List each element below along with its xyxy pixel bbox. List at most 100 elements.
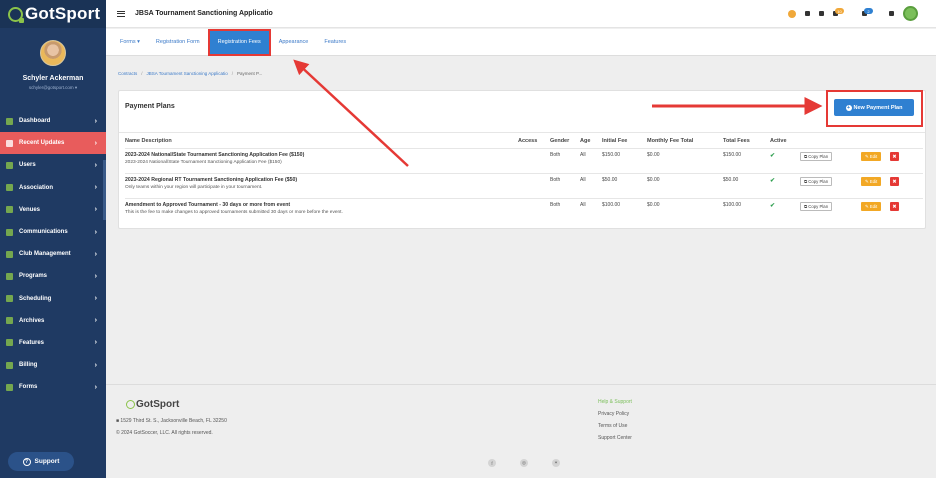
help-icon[interactable] bbox=[788, 9, 796, 18]
footer-address: ■ 1529 Third St. S., Jacksonville Beach,… bbox=[116, 418, 227, 424]
chevron-right-icon: › bbox=[94, 272, 97, 280]
sidebar-item-venues[interactable]: Venues › bbox=[0, 199, 106, 221]
divider bbox=[119, 132, 925, 133]
footer-logo[interactable]: GotSport bbox=[126, 399, 179, 410]
sidebar-item-scheduling[interactable]: Scheduling › bbox=[0, 288, 106, 310]
column-header bbox=[853, 134, 886, 149]
tab-forms[interactable]: Forms ▾ bbox=[112, 29, 148, 56]
plan-total-fees: $150.00 bbox=[723, 148, 770, 174]
table-row: 2023-2024 Regional RT Tournament Sanctio… bbox=[125, 173, 923, 199]
column-header bbox=[886, 134, 923, 149]
avatar[interactable] bbox=[40, 40, 66, 66]
plan-monthly-fee-total: $0.00 bbox=[647, 198, 723, 224]
plan-age: All bbox=[580, 148, 602, 174]
sidebar-item-recent-updates[interactable]: Recent Updates › bbox=[0, 132, 106, 155]
sidebar-nav: Dashboard › Recent Updates › Users › Associati… bbox=[0, 110, 106, 398]
gotsport-logo[interactable]: GotSport bbox=[8, 4, 100, 24]
plan-gender: Both bbox=[550, 148, 580, 174]
instagram-icon[interactable]: ◎ bbox=[520, 459, 528, 467]
sidebar-item-dashboard[interactable]: Dashboard › bbox=[0, 110, 106, 132]
support-button[interactable]: ? Support bbox=[8, 452, 74, 471]
footer-link[interactable]: Help & Support bbox=[598, 396, 632, 408]
copy-plan-button[interactable]: ⧉ Copy Plan bbox=[800, 177, 833, 186]
edit-label: Edit bbox=[869, 154, 878, 159]
sidebar-item-label: Archives bbox=[19, 317, 45, 324]
breadcrumb-separator: / bbox=[141, 71, 143, 76]
plan-name: 2023-2024 National/State Tournament Sanc… bbox=[125, 152, 305, 158]
sidebar-item-forms[interactable]: Forms › bbox=[0, 376, 106, 398]
plan-name-cell: 2023-2024 Regional RT Tournament Sanctio… bbox=[125, 173, 518, 199]
breadcrumb-item[interactable]: JBSA Tournament Sanctioning Applicatio bbox=[147, 71, 228, 76]
footer-link[interactable]: Support Center bbox=[598, 432, 632, 444]
chevron-right-icon: › bbox=[94, 139, 97, 147]
chevron-right-icon: › bbox=[94, 317, 97, 325]
help-circle-icon: ? bbox=[22, 457, 31, 466]
chevron-right-icon: › bbox=[94, 117, 97, 125]
plan-gender: Both bbox=[550, 198, 580, 224]
profile-email-dropdown[interactable]: schyler@gotsport.com ▾ bbox=[0, 85, 106, 91]
payment-plans-table: Name Description Access Gender Age Initial F… bbox=[125, 134, 923, 224]
sidebar-item-label: Venues bbox=[19, 206, 41, 213]
plan-initial-fee: $150.00 bbox=[602, 148, 647, 174]
tab-appearance[interactable]: Appearance bbox=[271, 29, 317, 56]
tab-features[interactable]: Features bbox=[316, 29, 354, 56]
user-profile: Schyler Ackerman schyler@gotsport.com ▾ bbox=[0, 28, 106, 110]
list-icon[interactable] bbox=[805, 11, 810, 16]
club-icon bbox=[6, 250, 13, 258]
sidebar-item-label: Association bbox=[19, 184, 54, 191]
mail-icon[interactable]: 10 bbox=[833, 8, 844, 16]
chevron-right-icon: › bbox=[94, 161, 97, 169]
sidebar-item-archives[interactable]: Archives › bbox=[0, 310, 106, 332]
new-payment-plan-button[interactable]: + New Payment Plan bbox=[834, 99, 914, 116]
sidebar-item-club-management[interactable]: Club Management › bbox=[0, 243, 106, 265]
gear-icon[interactable] bbox=[889, 11, 894, 16]
copy-plan-button[interactable]: ⧉ Copy Plan bbox=[800, 202, 833, 211]
copy-plan-button[interactable]: ⧉ Copy Plan bbox=[800, 152, 833, 161]
scheduling-icon bbox=[6, 295, 13, 303]
trash-icon[interactable]: ✖ bbox=[890, 152, 899, 161]
sidebar-item-programs[interactable]: Programs › bbox=[0, 265, 106, 287]
top-icons: 10 2 bbox=[788, 6, 918, 21]
plan-name-cell: 2023-2024 National/State Tournament Sanc… bbox=[125, 148, 518, 174]
top-bar: JBSA Tournament Sanctioning Applicatio 1… bbox=[106, 0, 936, 28]
edit-plan-button[interactable]: ✎ Edit bbox=[861, 202, 882, 211]
archives-icon bbox=[6, 317, 13, 325]
hamburger-menu-icon[interactable] bbox=[117, 10, 125, 17]
chevron-right-icon: › bbox=[94, 206, 97, 214]
plan-active-cell: ✔ bbox=[770, 198, 800, 224]
tab-registration-form[interactable]: Registration Form bbox=[148, 29, 208, 56]
plan-description: 2023-2024 National/State Tournament Sanc… bbox=[125, 160, 282, 165]
column-header: Age bbox=[580, 138, 591, 144]
org-avatar[interactable] bbox=[903, 6, 918, 21]
delete-cell: ✖ bbox=[886, 148, 923, 174]
sidebar-item-billing[interactable]: Billing › bbox=[0, 354, 106, 376]
footer-link[interactable]: Terms of Use bbox=[598, 420, 632, 432]
sidebar-item-label: Communications bbox=[19, 229, 68, 236]
edit-plan-button[interactable]: ✎ Edit bbox=[861, 177, 882, 186]
breadcrumb: Contracts / JBSA Tournament Sanctioning Ap… bbox=[118, 71, 262, 76]
facebook-icon[interactable]: f bbox=[488, 459, 496, 467]
plan-active-cell: ✔ bbox=[770, 148, 800, 174]
trash-icon[interactable]: ✖ bbox=[890, 202, 899, 211]
twitter-icon[interactable]: ✶ bbox=[552, 459, 560, 467]
tab-registration-fees[interactable]: Registration Fees bbox=[207, 28, 271, 56]
plan-name: Amendment to Approved Tournament - 30 da… bbox=[125, 202, 291, 208]
window-title: JBSA Tournament Sanctioning Applicatio bbox=[135, 10, 273, 17]
column-header: Name Description bbox=[125, 138, 172, 144]
footer-copyright: © 2024 GotSoccer, LLC. All rights reserv… bbox=[116, 430, 213, 436]
sidebar-item-features[interactable]: Features › bbox=[0, 332, 106, 354]
sidebar-item-communications[interactable]: Communications › bbox=[0, 221, 106, 243]
sidebar: GotSport Schyler Ackerman schyler@gotspo… bbox=[0, 0, 106, 478]
trash-icon[interactable]: ✖ bbox=[890, 177, 899, 186]
sidebar-item-users[interactable]: Users › bbox=[0, 154, 106, 176]
plan-description: This is the fee to make changes to appro… bbox=[125, 210, 343, 215]
column-header: Total Fees bbox=[723, 138, 750, 144]
footer-link[interactable]: Privacy Policy bbox=[598, 408, 632, 420]
chat-icon[interactable]: 2 bbox=[862, 8, 873, 16]
edit-plan-button[interactable]: ✎ Edit bbox=[861, 152, 882, 161]
sidebar-item-association[interactable]: Association › bbox=[0, 177, 106, 199]
column-header: Gender bbox=[550, 138, 570, 144]
breadcrumb-item[interactable]: Contracts bbox=[118, 71, 137, 76]
chevron-right-icon: › bbox=[94, 184, 97, 192]
user-icon[interactable] bbox=[819, 11, 824, 16]
